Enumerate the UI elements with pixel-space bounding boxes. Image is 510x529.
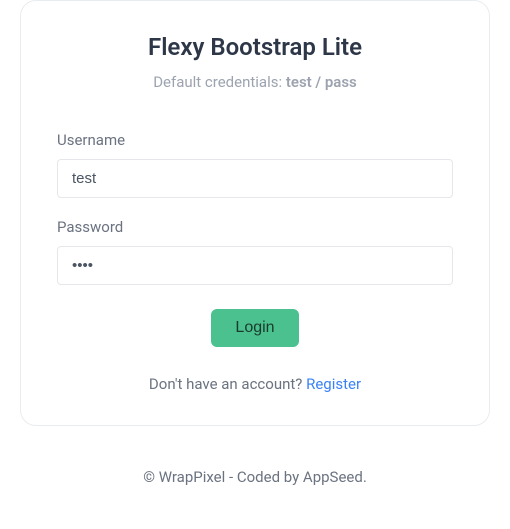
register-prompt: Don't have an account? Register [57,375,453,393]
page-title: Flexy Bootstrap Lite [57,33,453,61]
credentials-prefix: Default credentials: [153,73,286,91]
password-label: Password [57,218,453,236]
login-button[interactable]: Login [211,309,298,347]
username-input[interactable] [57,159,453,198]
credentials-hint: Default credentials: test / pass [57,73,453,91]
login-card: Flexy Bootstrap Lite Default credentials… [20,0,490,426]
footer-text: © WrapPixel - Coded by AppSeed. [20,468,490,486]
credentials-values: test / pass [286,73,357,91]
username-label: Username [57,131,453,149]
register-link[interactable]: Register [306,375,361,393]
login-button-wrapper: Login [57,309,453,347]
register-prompt-text: Don't have an account? [149,375,306,393]
password-group: Password [57,218,453,285]
username-group: Username [57,131,453,198]
password-input[interactable] [57,246,453,285]
